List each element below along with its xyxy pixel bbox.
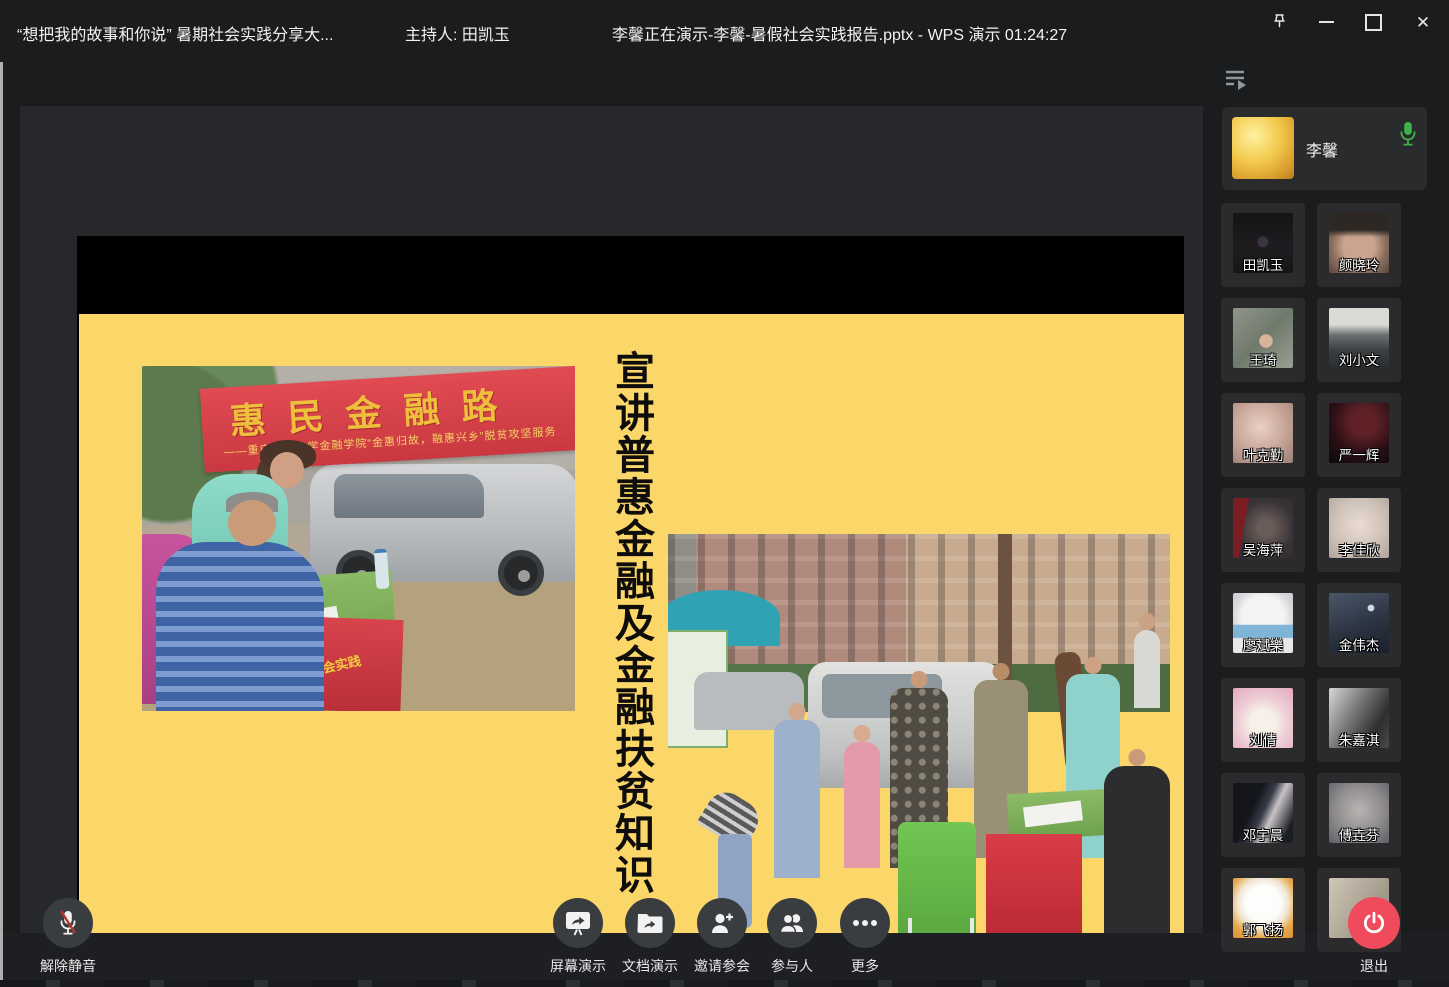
exit-button[interactable]: [1348, 897, 1400, 949]
background-window-edge: [0, 62, 3, 980]
participant-name: 吴海萍: [1221, 539, 1305, 559]
meeting-title: “想把我的故事和你说” 暑期社会实践分享大...: [17, 21, 333, 45]
participant-tile[interactable]: 颜晓玲: [1317, 203, 1401, 287]
red-banner: 惠民金融路 ——重庆工商大学金融学院“金惠归故，融惠兴乡”脱贫攻坚服务: [200, 366, 575, 473]
doc-share-label: 文档演示: [622, 956, 678, 976]
participant-name: 金伟杰: [1317, 634, 1401, 654]
participants-button[interactable]: [767, 898, 817, 948]
close-icon: ✕: [1416, 14, 1430, 31]
participant-name: 刘倩: [1221, 729, 1305, 749]
participant-tile[interactable]: 叶克勤: [1221, 393, 1305, 477]
participant-name: 廖斌樂: [1221, 634, 1305, 654]
meeting-window: “想把我的故事和你说” 暑期社会实践分享大... 主持人: 田凯玉 李馨正在演示…: [0, 0, 1449, 987]
doc-share-button[interactable]: [625, 898, 675, 948]
participant-name: 颜晓玲: [1317, 254, 1401, 274]
host-label: 主持人: 田凯玉: [405, 21, 510, 45]
paper-shape: [1023, 800, 1083, 827]
background-window-sliver: [0, 980, 1449, 987]
participant-name: 李佳欣: [1317, 539, 1401, 559]
student-figure: [1104, 766, 1170, 936]
participant-name: 严一辉: [1317, 444, 1401, 464]
minimize-button[interactable]: [1311, 7, 1341, 37]
participant-tile[interactable]: 郭飞扬: [1221, 868, 1305, 952]
active-speaker-card[interactable]: 李馨: [1222, 107, 1427, 190]
participant-name: 朱嘉淇: [1317, 729, 1401, 749]
screen-share-panel: 宣讲普惠金融及金融扶贫知识 惠民金融路 ——重庆工商大学金融学院“金惠归故，融惠…: [20, 106, 1203, 933]
maximize-icon: [1365, 14, 1382, 31]
participant-tile[interactable]: 廖斌樂: [1221, 583, 1305, 667]
power-icon: [1361, 910, 1387, 936]
pin-button[interactable]: [1264, 7, 1294, 37]
unmute-label: 解除静音: [40, 956, 96, 976]
collapse-list-button[interactable]: [1224, 68, 1254, 94]
slide-vertical-title: 宣讲普惠金融及金融扶贫知识: [594, 350, 652, 918]
participant-name: 王琦: [1221, 349, 1305, 369]
ellipsis-icon: [852, 919, 878, 927]
invite-label: 邀请参会: [694, 956, 750, 976]
bottle-shape: [374, 548, 390, 589]
presentation-stage: 宣讲普惠金融及金融扶贫知识 惠民金融路 ——重庆工商大学金融学院“金惠归故，融惠…: [77, 236, 1184, 987]
participants-label: 参与人: [771, 956, 813, 976]
participant-tile[interactable]: 刘小文: [1317, 298, 1401, 382]
screen-share-icon: [564, 910, 592, 936]
green-chair-shape: [898, 822, 976, 936]
more-button[interactable]: [840, 898, 890, 948]
participant-grid: 田凯玉 颜晓玲 王琦 刘小文 叶克勤 严一辉 吴海萍: [1221, 203, 1401, 952]
more-label: 更多: [851, 956, 879, 976]
close-button[interactable]: ✕: [1408, 7, 1438, 37]
teen-figure: [774, 720, 820, 878]
exit-label: 退出: [1360, 956, 1388, 976]
elder-figure: [156, 542, 324, 711]
head-shape: [270, 452, 304, 488]
avatar: [1232, 117, 1294, 179]
participant-tile[interactable]: 田凯玉: [1221, 203, 1305, 287]
participant-tile[interactable]: 傅垚芬: [1317, 773, 1401, 857]
participant-tile[interactable]: 严一辉: [1317, 393, 1401, 477]
doc-share-icon: [637, 912, 663, 934]
pedestrian-figure: [1134, 630, 1160, 708]
participant-tile[interactable]: 邓宇晨: [1221, 773, 1305, 857]
presenting-title: 李馨正在演示-李馨-暑假社会实践报告.pptx - WPS 演示 01:24:2…: [612, 21, 1067, 45]
mic-on-icon: [1398, 121, 1418, 147]
invite-button[interactable]: [697, 898, 747, 948]
speaker-name: 李馨: [1306, 137, 1338, 161]
participant-name: 叶克勤: [1221, 444, 1305, 464]
people-icon: [778, 911, 806, 935]
collapse-list-icon: [1224, 68, 1254, 94]
pin-icon: [1269, 12, 1289, 32]
minimize-icon: [1319, 21, 1334, 23]
child-figure: [844, 742, 880, 868]
wheel-shape: [498, 550, 544, 596]
head-shape: [228, 500, 276, 546]
mic-muted-icon: [56, 909, 80, 937]
car-shape: [310, 464, 575, 582]
participant-name: 刘小文: [1317, 349, 1401, 369]
participant-tile[interactable]: 王琦: [1221, 298, 1305, 382]
maximize-button[interactable]: [1358, 7, 1388, 37]
participant-tile[interactable]: 刘倩: [1221, 678, 1305, 762]
photo-community-outreach: [668, 534, 1170, 936]
screen-share-button[interactable]: [553, 898, 603, 948]
participant-name: 邓宇晨: [1221, 824, 1305, 844]
participant-name: 郭飞扬: [1221, 919, 1305, 939]
participant-tile[interactable]: 朱嘉淇: [1317, 678, 1401, 762]
photo-street-consulting: 惠民金融路 ——重庆工商大学金融学院“金惠归故，融惠兴乡”脱贫攻坚服务 乡”社会…: [142, 366, 575, 711]
participant-name: 田凯玉: [1221, 254, 1305, 274]
table-banner: [986, 834, 1082, 936]
participant-tile[interactable]: 吴海萍: [1221, 488, 1305, 572]
slide: 宣讲普惠金融及金融扶贫知识 惠民金融路 ——重庆工商大学金融学院“金惠归故，融惠…: [79, 314, 1184, 951]
participant-tile[interactable]: 金伟杰: [1317, 583, 1401, 667]
participant-name: 傅垚芬: [1317, 824, 1401, 844]
unmute-button[interactable]: [43, 898, 93, 948]
participant-tile[interactable]: 李佳欣: [1317, 488, 1401, 572]
person-add-icon: [709, 911, 735, 935]
hub-shape: [518, 570, 530, 582]
screen-share-label: 屏幕演示: [550, 956, 606, 976]
title-bar: “想把我的故事和你说” 暑期社会实践分享大... 主持人: 田凯玉 李馨正在演示…: [0, 0, 1449, 62]
car-window-shape: [334, 474, 484, 518]
